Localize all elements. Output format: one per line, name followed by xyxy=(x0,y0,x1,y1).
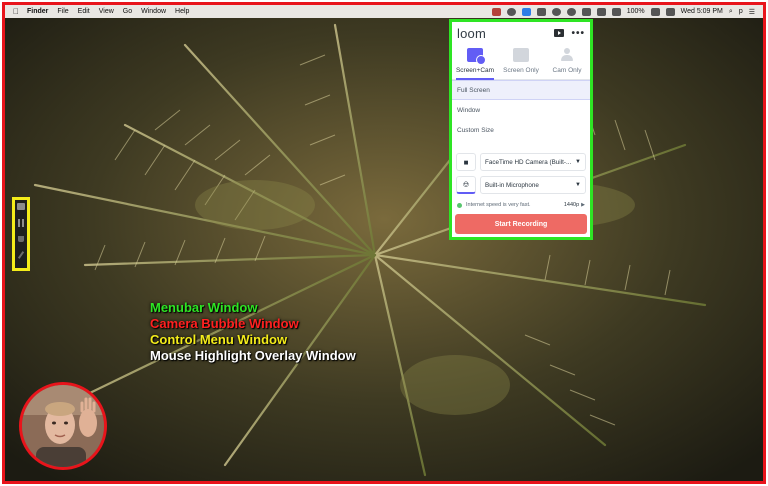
status-app-icon[interactable] xyxy=(551,7,561,16)
microphone-select-value: Built-in Microphone xyxy=(485,181,539,189)
trash-icon[interactable] xyxy=(18,235,24,242)
pause-icon[interactable] xyxy=(18,219,24,227)
tab-label: Screen+Cam xyxy=(455,67,495,74)
menu-go[interactable]: Go xyxy=(123,8,132,15)
legend: Menubar Window Camera Bubble Window Cont… xyxy=(150,300,356,364)
chevron-right-icon[interactable]: ▶ xyxy=(581,202,585,208)
status-app-icon[interactable] xyxy=(491,7,501,16)
camera-row: ■ FaceTime HD Camera (Built-... ▼ xyxy=(452,152,590,172)
apple-logo-icon[interactable]:  xyxy=(13,7,19,16)
tab-cam-only[interactable]: Cam Only xyxy=(544,44,590,79)
tab-screen-cam[interactable]: Screen+Cam xyxy=(452,44,498,80)
chevron-down-icon: ▼ xyxy=(575,182,581,188)
camera-select-value: FaceTime HD Camera (Built-... xyxy=(485,158,572,166)
control-menu-window xyxy=(12,197,30,271)
legend-camera-bubble-window: Camera Bubble Window xyxy=(150,316,299,331)
loom-status-icon[interactable] xyxy=(521,7,531,16)
mouse-highlight-overlay-window:  Finder File Edit View Go Window Help 1… xyxy=(2,2,766,484)
status-app-icon[interactable] xyxy=(506,7,516,16)
start-recording-button[interactable]: Start Recording xyxy=(455,214,587,234)
webcam-face-image xyxy=(22,385,104,467)
status-dot-icon xyxy=(457,202,462,208)
screen-only-icon xyxy=(513,48,529,62)
stop-icon[interactable] xyxy=(17,203,25,211)
menu-finder[interactable]: Finder xyxy=(27,8,48,15)
tab-label: Cam Only xyxy=(552,67,582,74)
resolution-selector[interactable]: 1440p xyxy=(564,202,579,208)
legend-menubar-window: Menubar Window xyxy=(150,300,258,315)
battery-percent: 100% xyxy=(626,8,645,15)
internet-speed-row: Internet speed is very fast. 1440p ▶ xyxy=(452,198,590,212)
menu-edit[interactable]: Edit xyxy=(78,8,90,15)
camera-icon[interactable]: ■ xyxy=(456,153,476,171)
option-custom-size[interactable]: Custom Size xyxy=(452,120,590,140)
dropbox-icon[interactable] xyxy=(536,7,546,16)
time-machine-icon[interactable] xyxy=(566,7,576,16)
chevron-down-icon: ▼ xyxy=(575,159,581,165)
legend-control-menu-window: Control Menu Window xyxy=(150,332,288,347)
battery-icon[interactable] xyxy=(650,7,660,16)
volume-icon[interactable] xyxy=(665,7,675,16)
airplay-icon[interactable] xyxy=(581,7,591,16)
user-name[interactable]: p xyxy=(739,8,743,15)
menu-help[interactable]: Help xyxy=(175,8,189,15)
microphone-icon[interactable]: ⎊ xyxy=(456,176,476,194)
pen-icon[interactable] xyxy=(17,251,25,259)
video-library-icon[interactable] xyxy=(554,29,565,37)
option-window[interactable]: Window xyxy=(452,100,590,120)
microphone-row: ⎊ Built-in Microphone ▼ xyxy=(452,175,590,195)
loom-header: loom ••• xyxy=(452,22,590,44)
microphone-select[interactable]: Built-in Microphone ▼ xyxy=(480,176,586,194)
tab-screen-only[interactable]: Screen Only xyxy=(498,44,544,79)
macos-menubar:  Finder File Edit View Go Window Help 1… xyxy=(5,5,763,18)
loom-menubar-window: loom ••• Screen+Cam Screen Only Cam Only… xyxy=(449,19,593,240)
bluetooth-icon[interactable] xyxy=(596,7,606,16)
camera-bubble-window[interactable] xyxy=(19,382,107,470)
spotlight-search-icon[interactable]: ⌕ xyxy=(729,8,733,16)
tab-label: Screen Only xyxy=(503,67,539,74)
screen-cam-icon xyxy=(467,48,486,65)
cam-only-icon xyxy=(559,48,575,62)
more-options-icon[interactable]: ••• xyxy=(571,28,585,39)
notification-center-icon[interactable]: ☰ xyxy=(749,8,755,16)
menu-file[interactable]: File xyxy=(57,8,68,15)
loom-logo: loom xyxy=(457,25,486,41)
menubar-clock[interactable]: Wed 5:09 PM xyxy=(681,8,723,15)
recording-mode-tabs: Screen+Cam Screen Only Cam Only xyxy=(452,44,590,80)
desktop-wallpaper xyxy=(5,5,763,481)
wifi-icon[interactable] xyxy=(611,7,621,16)
option-full-screen[interactable]: Full Screen xyxy=(452,80,590,100)
legend-mouse-highlight-window: Mouse Highlight Overlay Window xyxy=(150,348,356,363)
camera-select[interactable]: FaceTime HD Camera (Built-... ▼ xyxy=(480,153,586,171)
menu-window[interactable]: Window xyxy=(141,8,166,15)
internet-speed-text: Internet speed is very fast. xyxy=(466,202,531,208)
menu-view[interactable]: View xyxy=(99,8,114,15)
